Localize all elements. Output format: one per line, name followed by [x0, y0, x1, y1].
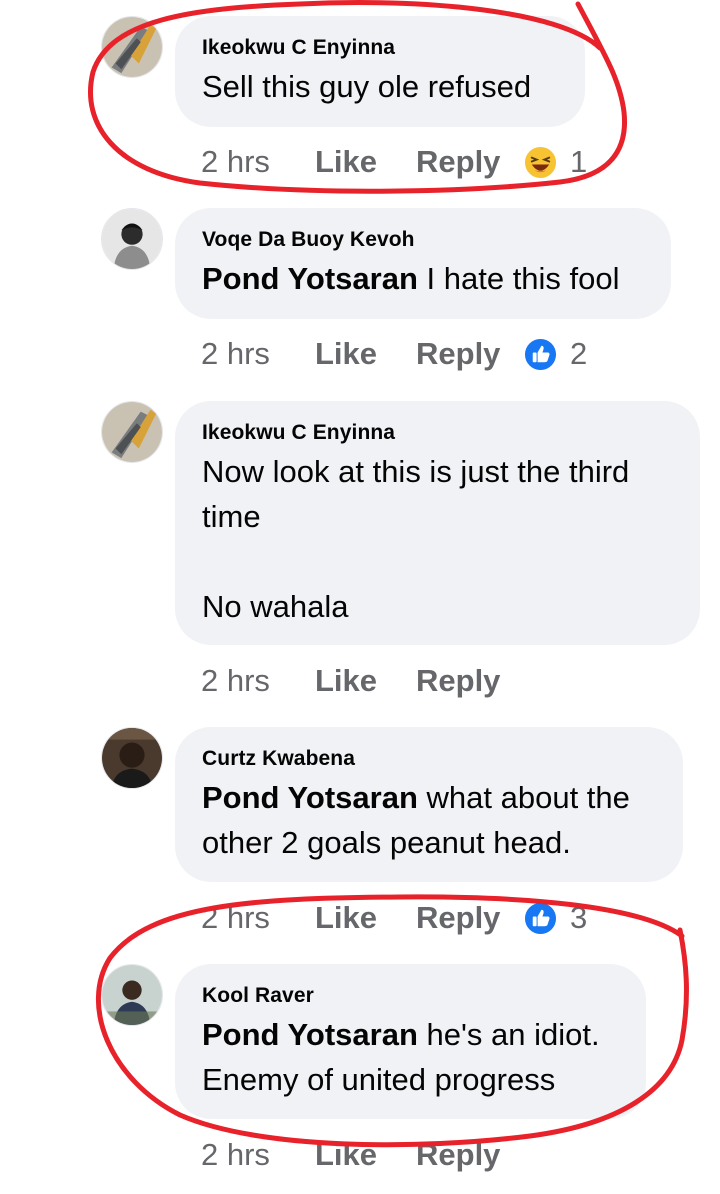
reply-button[interactable]: Reply [416, 1135, 500, 1175]
comment-time: 2 hrs [201, 336, 270, 371]
reaction-count[interactable]: 1 [570, 142, 587, 182]
comment-text: Pond Yotsaran what about the other 2 goa… [202, 775, 656, 865]
reply-button[interactable]: Reply [416, 334, 500, 374]
reply-button[interactable]: Reply [416, 142, 500, 182]
comment-bubble: Voqe Da Buoy Kevoh Pond Yotsaran I hate … [175, 208, 671, 319]
comment-body: I hate this fool [417, 261, 620, 296]
like-button[interactable]: Like [315, 661, 377, 701]
comment-text: Sell this guy ole refused [202, 64, 558, 109]
avatar[interactable] [101, 208, 163, 270]
avatar[interactable] [101, 964, 163, 1026]
avatar-image [102, 728, 162, 788]
comment-thread: Ikeokwu C Enyinna Sell this guy ole refu… [0, 0, 720, 1194]
comment-author[interactable]: Voqe Da Buoy Kevoh [202, 226, 644, 254]
comment-time: 2 hrs [201, 900, 270, 935]
like-button[interactable]: Like [315, 898, 377, 938]
avatar-image [102, 402, 162, 462]
comment-author[interactable]: Kool Raver [202, 982, 619, 1010]
comment-time: 2 hrs [201, 1137, 270, 1172]
avatar[interactable] [101, 16, 163, 78]
comment-body: Now look at this is just the third time … [202, 454, 630, 624]
like-button[interactable]: Like [315, 334, 377, 374]
avatar-image [102, 209, 162, 269]
reply-button[interactable]: Reply [416, 661, 500, 701]
comment-text: Now look at this is just the third time … [202, 449, 673, 629]
comment-bubble: Curtz Kwabena Pond Yotsaran what about t… [175, 727, 683, 882]
avatar[interactable] [101, 401, 163, 463]
avatar-image [102, 17, 162, 77]
comment-text: Pond Yotsaran he's an idiot. Enemy of un… [202, 1012, 619, 1102]
reaction-count[interactable]: 2 [570, 334, 587, 374]
comment-text: Pond Yotsaran I hate this fool [202, 256, 644, 301]
haha-emoji-icon[interactable] [524, 146, 557, 179]
comment-time: 2 hrs [201, 663, 270, 698]
like-button[interactable]: Like [315, 1135, 377, 1175]
comment-bubble: Ikeokwu C Enyinna Sell this guy ole refu… [175, 16, 585, 127]
reaction-count[interactable]: 3 [570, 898, 587, 938]
comment-bubble: Kool Raver Pond Yotsaran he's an idiot. … [175, 964, 646, 1119]
avatar[interactable] [101, 727, 163, 789]
comment-author[interactable]: Ikeokwu C Enyinna [202, 419, 673, 447]
comment-bubble: Ikeokwu C Enyinna Now look at this is ju… [175, 401, 700, 645]
like-button[interactable]: Like [315, 142, 377, 182]
mention-link[interactable]: Pond Yotsaran [202, 1017, 418, 1052]
like-thumb-icon[interactable] [524, 338, 557, 371]
comment-author[interactable]: Curtz Kwabena [202, 745, 656, 773]
reply-button[interactable]: Reply [416, 898, 500, 938]
comment-body: Sell this guy ole refused [202, 69, 532, 104]
comment-author[interactable]: Ikeokwu C Enyinna [202, 34, 558, 62]
mention-link[interactable]: Pond Yotsaran [202, 261, 418, 296]
comment-time: 2 hrs [201, 144, 270, 179]
avatar-image [102, 965, 162, 1025]
mention-link[interactable]: Pond Yotsaran [202, 780, 418, 815]
like-thumb-icon[interactable] [524, 902, 557, 935]
